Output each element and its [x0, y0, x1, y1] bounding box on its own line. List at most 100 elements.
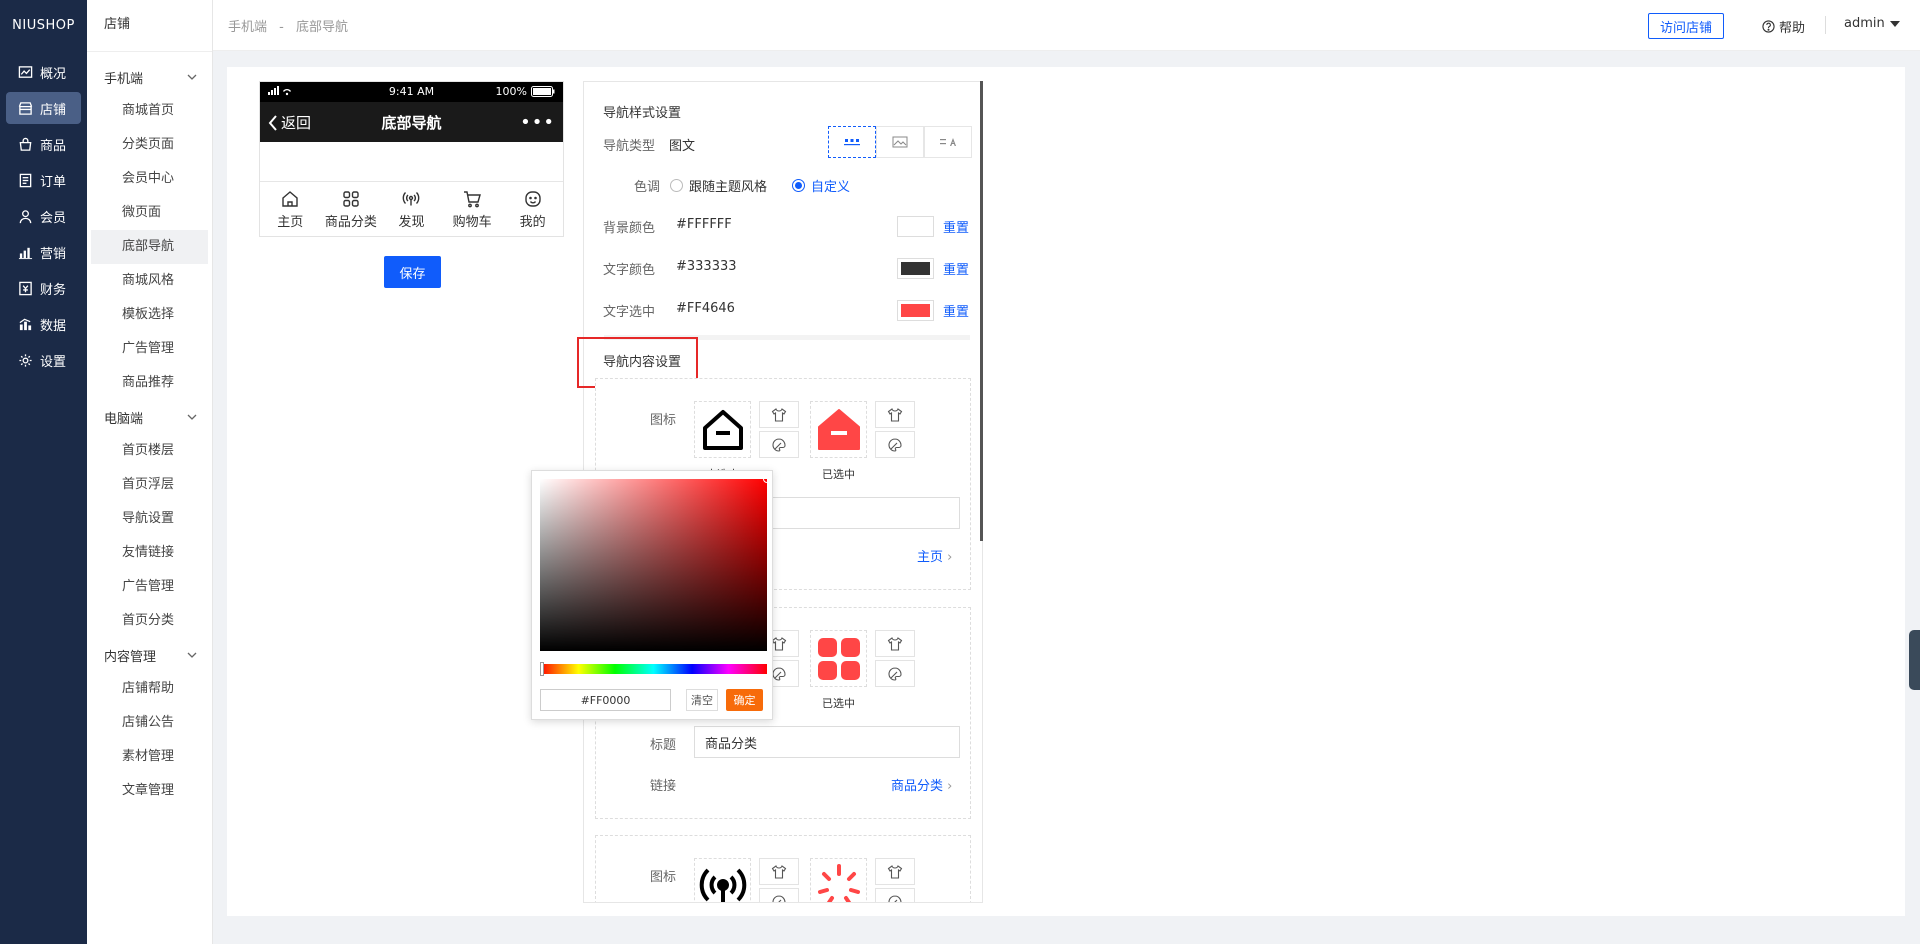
nav-type-text-button[interactable] — [924, 126, 972, 158]
order-icon — [19, 173, 32, 187]
chevron-down-icon — [187, 74, 197, 80]
shirt-icon — [771, 636, 787, 651]
hue-slider[interactable] — [540, 662, 767, 676]
bg-color-label: 背景颜色 — [603, 221, 656, 236]
icon-style-button[interactable] — [875, 888, 915, 902]
subnav-item-mall-style[interactable]: 商城风格 — [91, 264, 208, 298]
choose-icon-button[interactable] — [759, 401, 799, 428]
subnav-group-mobile[interactable]: 手机端 — [87, 60, 212, 94]
hex-color-input[interactable]: #FF0000 — [540, 689, 671, 711]
selected-icon-box[interactable] — [810, 630, 867, 687]
data-icon — [19, 318, 32, 330]
selected-icon-box[interactable] — [810, 858, 867, 902]
subnav-item-friend-links[interactable]: 友情链接 — [91, 536, 208, 570]
nav-type-icon-text-button[interactable] — [828, 126, 876, 158]
active-color-reset-link[interactable]: 重置 — [943, 301, 969, 320]
sidebar-item-store[interactable]: 店铺 — [6, 92, 81, 124]
store-icon — [18, 101, 33, 115]
phone-tab-category[interactable]: 商品分类 — [321, 182, 382, 236]
subnav-group-label: 内容管理 — [104, 649, 157, 665]
phone-tab-bar: 主页 商品分类 发现 购物车 我的 — [260, 182, 563, 236]
bg-color-value: #FFFFFF — [676, 217, 732, 232]
battery-indicator: 100% — [496, 85, 555, 98]
subnav-group-content[interactable]: 内容管理 — [87, 638, 212, 672]
sidebar-item-goods[interactable]: 商品 — [6, 128, 81, 160]
unselected-icon-box[interactable] — [694, 401, 751, 458]
hue-handle[interactable] — [540, 662, 544, 676]
broadcast-icon — [403, 191, 420, 205]
subnav-item-articles[interactable]: 文章管理 — [91, 774, 208, 808]
subnav-item-notice[interactable]: 店铺公告 — [91, 706, 208, 740]
text-color-reset-link[interactable]: 重置 — [943, 259, 969, 278]
sidebar-item-finance[interactable]: 财务 — [6, 272, 81, 304]
phone-tab-cart[interactable]: 购物车 — [442, 182, 503, 236]
phone-tab-mine[interactable]: 我的 — [502, 182, 563, 236]
breadcrumb-item[interactable]: 手机端 — [228, 20, 267, 35]
home-icon — [702, 409, 743, 450]
subnav-item-floor[interactable]: 首页楼层 — [91, 434, 208, 468]
active-color-swatch[interactable] — [897, 300, 934, 321]
subnav-item-material[interactable]: 素材管理 — [91, 740, 208, 774]
text-color-swatch[interactable] — [897, 258, 934, 279]
subnav-item-category-page[interactable]: 分类页面 — [91, 128, 208, 162]
phone-tab-discover[interactable]: 发现 — [381, 182, 442, 236]
bg-color-reset-link[interactable]: 重置 — [943, 217, 969, 236]
tone-follow-theme-radio[interactable]: 跟随主题风格 — [670, 176, 767, 195]
side-drawer-handle[interactable] — [1909, 630, 1920, 690]
help-link[interactable]: 帮助 — [1762, 17, 1805, 36]
phone-tab-home[interactable]: 主页 — [260, 182, 321, 236]
subnav-item-pc-ads[interactable]: 广告管理 — [91, 570, 208, 604]
choose-icon-button[interactable] — [875, 858, 915, 885]
burst-icon — [817, 863, 860, 902]
subnav-item-float[interactable]: 首页浮层 — [91, 468, 208, 502]
sidebar-item-label: 订单 — [40, 174, 67, 190]
chart-icon — [18, 65, 33, 78]
tone-custom-radio[interactable]: 自定义 — [792, 176, 850, 195]
user-menu[interactable]: admin — [1844, 16, 1900, 31]
choose-icon-button[interactable] — [759, 858, 799, 885]
saturation-value-area[interactable] — [540, 475, 771, 651]
unselected-icon-box[interactable] — [694, 858, 751, 902]
subnav-item-template[interactable]: 模板选择 — [91, 298, 208, 332]
sidebar-item-settings[interactable]: 设置 — [6, 344, 81, 376]
subnav-item-help[interactable]: 店铺帮助 — [91, 672, 208, 706]
palette-icon — [888, 894, 902, 902]
visit-store-button[interactable]: 访问店铺 — [1648, 13, 1724, 39]
sidebar-item-members[interactable]: 会员 — [6, 200, 81, 232]
icon-style-button[interactable] — [759, 431, 799, 458]
sidebar-item-overview[interactable]: 概况 — [6, 56, 81, 88]
bg-color-swatch[interactable] — [897, 216, 934, 237]
sidebar-item-orders[interactable]: 订单 — [6, 164, 81, 196]
more-icon[interactable]: ••• — [520, 112, 555, 133]
title-input[interactable]: 商品分类 — [694, 726, 960, 758]
selected-icon-box[interactable] — [810, 401, 867, 458]
icon-label: 图标 — [649, 870, 676, 885]
sidebar-item-data[interactable]: 数据 — [6, 308, 81, 340]
subnav-item-mall-home[interactable]: 商城首页 — [91, 94, 208, 128]
panel-scrollbar[interactable] — [980, 81, 983, 541]
subnav-item-bottom-nav[interactable]: 底部导航 — [91, 230, 208, 264]
subnav-item-member-center[interactable]: 会员中心 — [91, 162, 208, 196]
link-selector[interactable]: 商品分类 › — [891, 775, 952, 794]
icon-style-button[interactable] — [875, 660, 915, 687]
icon-style-button[interactable] — [759, 888, 799, 902]
clear-color-button[interactable]: 清空 — [686, 689, 718, 711]
sv-cursor[interactable] — [763, 475, 771, 483]
save-button[interactable]: 保存 — [384, 256, 441, 288]
subnav-group-pc[interactable]: 电脑端 — [87, 400, 212, 434]
choose-icon-button[interactable] — [875, 630, 915, 657]
subnav-item-home-category[interactable]: 首页分类 — [91, 604, 208, 638]
subnav-item-nav-settings[interactable]: 导航设置 — [91, 502, 208, 536]
sidebar-item-marketing[interactable]: 营销 — [6, 236, 81, 268]
choose-icon-button[interactable] — [875, 401, 915, 428]
link-label: 链接 — [649, 779, 676, 794]
icon-style-button[interactable] — [875, 431, 915, 458]
shirt-icon — [887, 407, 903, 422]
confirm-color-button[interactable]: 确定 — [726, 689, 763, 711]
subnav-item-micro-page[interactable]: 微页面 — [91, 196, 208, 230]
link-selector[interactable]: 主页 › — [917, 546, 952, 565]
subnav-item-ads[interactable]: 广告管理 — [91, 332, 208, 366]
nav-type-image-button[interactable] — [876, 126, 924, 158]
style-settings-title: 导航样式设置 — [603, 106, 682, 121]
subnav-item-recommend[interactable]: 商品推荐 — [91, 366, 208, 400]
